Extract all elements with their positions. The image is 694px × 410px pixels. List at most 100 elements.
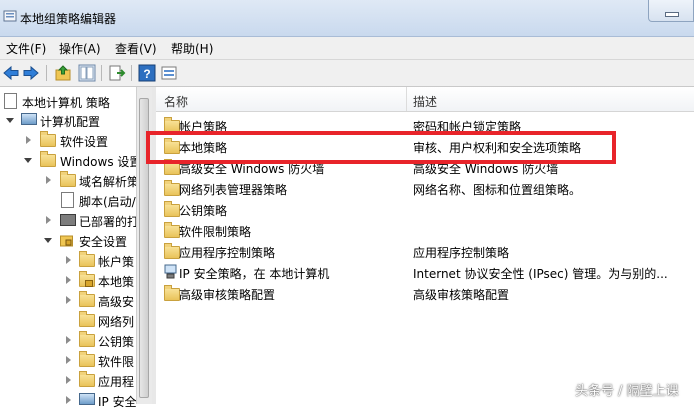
tree-item-label: 应用程: [98, 375, 135, 389]
tree-item-label: 已部署的打: [79, 215, 140, 229]
window-title: 本地组策略编辑器: [20, 12, 117, 26]
toolbar-separator: [101, 65, 102, 81]
tree-item-label: Windows 设置: [60, 155, 142, 169]
collapsed-arrow-icon[interactable]: [66, 336, 71, 344]
menu-file[interactable]: 文件(F): [6, 40, 46, 57]
tree-item-account-policies[interactable]: 帐户策: [0, 250, 136, 270]
tree-item-label: 软件限: [98, 355, 135, 369]
tree-item-windows-settings[interactable]: Windows 设置: [0, 150, 141, 170]
expanded-arrow-icon[interactable]: [6, 118, 14, 123]
column-header: 名称 描述: [156, 87, 694, 112]
tree-item-security-settings[interactable]: 安全设置: [0, 230, 136, 250]
folder-icon: [164, 180, 180, 196]
toolbar-separator: [131, 65, 132, 81]
tree-item-label: 本地计算机 策略: [22, 96, 110, 110]
menu-help[interactable]: 帮助(H): [171, 40, 213, 57]
column-divider[interactable]: [406, 87, 407, 111]
tree-item-label: 本地策: [98, 275, 135, 289]
tree-item-label: 计算机配置: [40, 115, 101, 129]
item-description: 网络名称、图标和位置组策略。: [413, 183, 582, 197]
title-bar: 本地组策略编辑器: [0, 0, 694, 37]
collapsed-arrow-icon[interactable]: [46, 216, 51, 224]
policy-document-icon: [4, 93, 17, 109]
ip-security-icon: [79, 393, 95, 405]
tree-item-software-restriction[interactable]: 软件限: [0, 350, 136, 370]
collapsed-arrow-icon[interactable]: [66, 276, 71, 284]
export-list-icon[interactable]: [108, 64, 126, 82]
tree-item-name-resolution-policy[interactable]: 域名解析策: [0, 170, 140, 190]
list-item[interactable]: 软件限制策略: [156, 220, 694, 241]
properties-icon[interactable]: [160, 64, 178, 82]
tree-item-label: 网络列: [98, 315, 135, 329]
help-icon[interactable]: ?: [138, 64, 156, 82]
script-icon: [61, 192, 74, 208]
folder-icon: [40, 131, 56, 147]
item-name: IP 安全策略，在 本地计算机: [179, 267, 330, 281]
collapsed-arrow-icon[interactable]: [66, 396, 71, 404]
column-header-name[interactable]: 名称: [164, 93, 188, 110]
tree-item-label: 域名解析策: [79, 175, 140, 189]
menu-view[interactable]: 查看(V): [115, 40, 157, 57]
collapsed-arrow-icon[interactable]: [66, 356, 71, 364]
folder-icon: [79, 251, 95, 267]
lock-icon: [85, 280, 93, 287]
collapsed-arrow-icon[interactable]: [66, 256, 71, 264]
list-item[interactable]: 高级审核策略配置 高级审核策略配置: [156, 283, 694, 304]
folder-icon: [164, 201, 180, 217]
folder-icon: [79, 351, 95, 367]
tree-item-label: 安全设置: [79, 235, 128, 249]
folder-icon: [164, 285, 180, 301]
menu-action[interactable]: 操作(A): [59, 40, 101, 57]
menu-bar: 文件(F) 操作(A) 查看(V) 帮助(H): [0, 37, 694, 60]
item-name: 网络列表管理器策略: [179, 183, 288, 197]
toolbar-separator: [46, 65, 47, 81]
computer-icon: [21, 113, 37, 125]
expanded-arrow-icon[interactable]: [24, 158, 32, 163]
watermark: 头条号 / 隔壁上课: [575, 384, 679, 399]
folder-icon: [40, 151, 56, 167]
folder-icon: [79, 291, 95, 307]
list-item[interactable]: 网络列表管理器策略 网络名称、图标和位置组策略。: [156, 178, 694, 199]
list-item[interactable]: 应用程序控制策略 应用程序控制策略: [156, 241, 694, 262]
item-name: 公钥策略: [179, 204, 228, 218]
tree-item-network-list[interactable]: 网络列: [0, 310, 136, 330]
security-shield-icon: [60, 235, 73, 247]
toolbar: ?: [0, 60, 694, 87]
show-hide-tree-icon[interactable]: [78, 64, 96, 82]
svg-text:?: ?: [143, 67, 150, 81]
tree-item-scripts[interactable]: 脚本(启动/: [0, 190, 136, 210]
tree-item-label: IP 安全: [98, 395, 137, 409]
item-name: 高级审核策略配置: [179, 288, 276, 302]
item-description: 应用程序控制策略: [413, 246, 510, 260]
collapsed-arrow-icon[interactable]: [26, 136, 31, 144]
ip-security-icon: [164, 264, 177, 279]
tree-item-public-key-policies[interactable]: 公钥策: [0, 330, 136, 350]
tree-item-local-policies[interactable]: 本地策: [0, 270, 136, 290]
folder-icon: [164, 222, 180, 238]
list-item[interactable]: IP 安全策略，在 本地计算机 Internet 协议安全性 (IPsec) 管…: [156, 262, 694, 283]
tree-item-label: 脚本(启动/: [79, 195, 136, 209]
back-arrow-icon[interactable]: [2, 64, 20, 82]
tree-item-local-computer-policy[interactable]: 本地计算机 策略: [0, 91, 136, 111]
list-item[interactable]: 公钥策略: [156, 199, 694, 220]
folder-icon: [164, 243, 180, 259]
expanded-arrow-icon[interactable]: [44, 238, 52, 243]
folder-icon: [79, 311, 95, 327]
column-header-description[interactable]: 描述: [413, 93, 437, 110]
item-description: 高级审核策略配置: [413, 288, 510, 302]
tree-item-label: 帐户策: [98, 255, 135, 269]
tree-item-application-control[interactable]: 应用程: [0, 370, 136, 390]
item-name: 软件限制策略: [179, 225, 252, 239]
up-folder-icon[interactable]: [54, 64, 72, 82]
collapsed-arrow-icon[interactable]: [66, 376, 71, 384]
tree-item-deployed-printers[interactable]: 已部署的打: [0, 210, 140, 230]
collapsed-arrow-icon[interactable]: [66, 296, 71, 304]
tree-item-ip-security[interactable]: IP 安全: [0, 390, 137, 410]
tree-item-advanced-security[interactable]: 高级安: [0, 290, 136, 310]
forward-arrow-icon[interactable]: [22, 64, 40, 82]
minimize-button[interactable]: [648, 0, 694, 22]
tree-item-software-settings[interactable]: 软件设置: [0, 130, 136, 150]
annotation-highlight-box: [146, 131, 616, 164]
tree-item-computer-configuration[interactable]: 计算机配置: [0, 110, 136, 130]
collapsed-arrow-icon[interactable]: [46, 176, 51, 184]
